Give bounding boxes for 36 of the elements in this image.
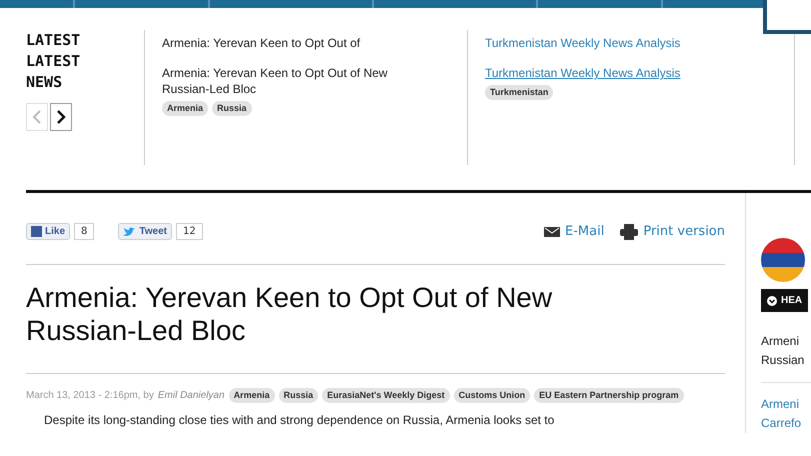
article-title: Armenia: Yerevan Keen to Opt Out of New Russian-Led Bloc [26, 281, 554, 347]
chevron-icon [767, 296, 777, 306]
facebook-icon [31, 226, 42, 237]
news-headline[interactable]: Turkmenistan Weekly News Analysis [485, 36, 777, 51]
tag[interactable]: Russia [212, 101, 252, 116]
sidebar-button[interactable]: HEA [761, 289, 808, 312]
email-link[interactable]: E-Mail [544, 224, 604, 240]
search-field[interactable] [763, 0, 811, 34]
chevron-right-icon [56, 110, 66, 124]
tag[interactable]: Turkmenistan [485, 85, 554, 100]
print-link[interactable]: Print version [620, 224, 725, 240]
tag[interactable]: EurasiaNet's Weekly Digest [322, 388, 450, 403]
tag[interactable]: Customs Union [454, 388, 530, 403]
tweet-count: 12 [176, 223, 203, 240]
chevron-left-icon [32, 110, 42, 124]
article-date: March 13, 2013 - 2:16pm, by [26, 390, 154, 401]
news-headline[interactable]: Turkmenistan Weekly News Analysis [485, 65, 745, 81]
tweet-button[interactable]: Tweet [118, 223, 172, 240]
flag-icon [761, 238, 805, 282]
like-button[interactable]: Like [26, 223, 70, 240]
like-count: 8 [74, 223, 94, 240]
author-link[interactable]: Emil Danielyan [158, 390, 225, 401]
ticker-heading: LATEST NEWS [26, 51, 82, 93]
tag[interactable]: EU Eastern Partnership program [534, 388, 684, 403]
bird-icon [123, 226, 136, 236]
sidebar-headline[interactable]: Armeni Carrefo [761, 382, 811, 433]
ticker-heading: LATEST [26, 30, 82, 51]
tag[interactable]: Russia [278, 388, 318, 403]
tag[interactable]: Armenia [228, 388, 275, 403]
news-headline[interactable]: Armenia: Yerevan Keen to Opt Out of [162, 36, 450, 51]
tag[interactable]: Armenia [162, 101, 208, 116]
news-headline[interactable]: Armenia: Yerevan Keen to Opt Out of New Russian-Led Bloc [162, 65, 422, 97]
article-text: Despite its long-standing close ties with and strong dependence on Russia, Armenia looks set to [44, 413, 556, 427]
envelope-icon [544, 226, 560, 236]
next-button[interactable] [50, 103, 72, 131]
sidebar-headline[interactable]: Armeni Russian [761, 332, 811, 370]
